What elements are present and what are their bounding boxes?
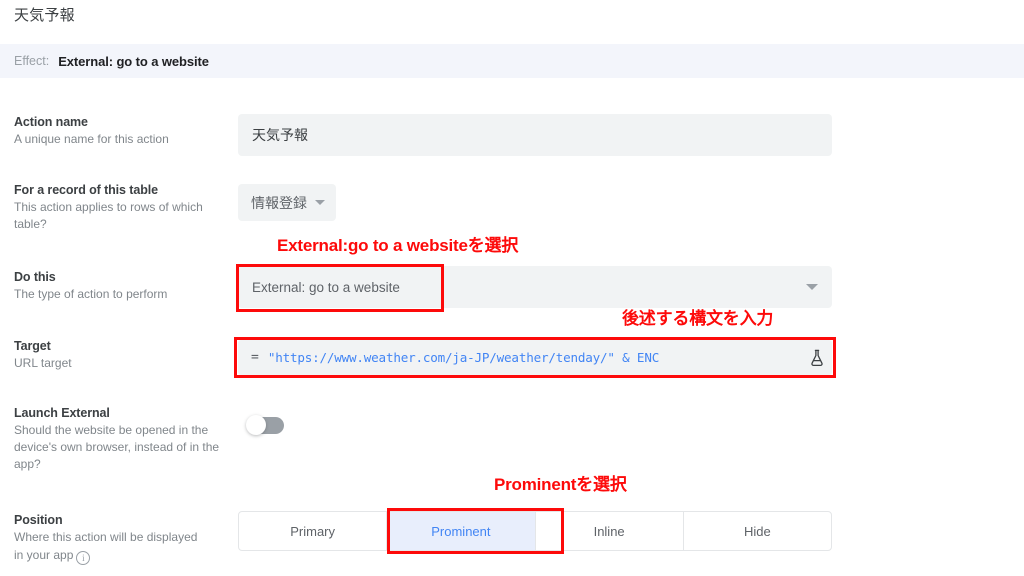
target-label-group: Target URL target [14, 338, 229, 372]
launch-external-label-group: Launch External Should the website be op… [14, 405, 229, 473]
action-name-label-group: Action name A unique name for this actio… [14, 114, 229, 148]
table-value: 情報登録 [251, 194, 307, 211]
effect-label: Effect: [14, 54, 50, 68]
do-this-select[interactable]: External: go to a website [238, 266, 832, 308]
target-description: URL target [14, 356, 72, 370]
do-this-label: Do this [14, 270, 56, 284]
target-label: Target [14, 339, 51, 353]
position-segmented-control[interactable]: Primary Prominent Inline Hide [238, 511, 832, 551]
annotation-enter-formula: 後述する構文を入力 [622, 309, 774, 328]
launch-external-label: Launch External [14, 406, 110, 420]
position-description-line2: in your app [14, 548, 74, 562]
table-description: This action applies to rows of which tab… [14, 200, 203, 231]
position-label-group: Position Where this action will be displ… [14, 512, 229, 565]
do-this-description: The type of action to perform [14, 287, 168, 301]
action-editor-page: 天気予報 Effect: External: go to a website A… [0, 0, 1024, 576]
effect-value: External: go to a website [58, 53, 209, 69]
position-label: Position [14, 513, 63, 527]
launch-external-toggle[interactable] [246, 415, 286, 435]
target-formula-input[interactable]: = "https://www.weather.com/ja-JP/weather… [238, 340, 832, 375]
position-option-primary[interactable]: Primary [239, 512, 388, 550]
toggle-knob [246, 415, 266, 435]
action-name-value: 天気予報 [252, 127, 308, 143]
position-description-line1: Where this action will be displayed [14, 530, 198, 544]
effect-banner: Effect: External: go to a website [0, 44, 1024, 78]
chevron-down-icon [806, 284, 818, 290]
annotation-select-external: External:go to a websiteを選択 [277, 236, 519, 255]
page-title: 天気予報 [14, 7, 75, 24]
action-name-input[interactable]: 天気予報 [238, 114, 832, 156]
launch-external-description: Should the website be opened in the devi… [14, 423, 220, 471]
do-this-label-group: Do this The type of action to perform [14, 269, 229, 303]
annotation-select-prominent: Prominentを選択 [494, 475, 627, 494]
table-label-group: For a record of this table This action a… [14, 182, 229, 233]
info-icon[interactable]: i [76, 551, 91, 565]
flask-icon[interactable] [809, 349, 825, 367]
chevron-down-icon [315, 200, 325, 205]
do-this-value: External: go to a website [252, 279, 400, 295]
action-name-description: A unique name for this action [14, 132, 169, 146]
equals-sign: = [251, 350, 259, 365]
table-label: For a record of this table [14, 183, 158, 197]
position-option-inline[interactable]: Inline [536, 512, 684, 550]
target-formula-value: "https://www.weather.com/ja-JP/weather/t… [267, 350, 660, 365]
position-description-line2-wrap: in your app i [14, 547, 229, 565]
action-name-label: Action name [14, 115, 88, 129]
position-option-prominent[interactable]: Prominent [387, 512, 536, 550]
position-option-hide[interactable]: Hide [684, 512, 831, 550]
table-select-chip[interactable]: 情報登録 [238, 184, 336, 221]
